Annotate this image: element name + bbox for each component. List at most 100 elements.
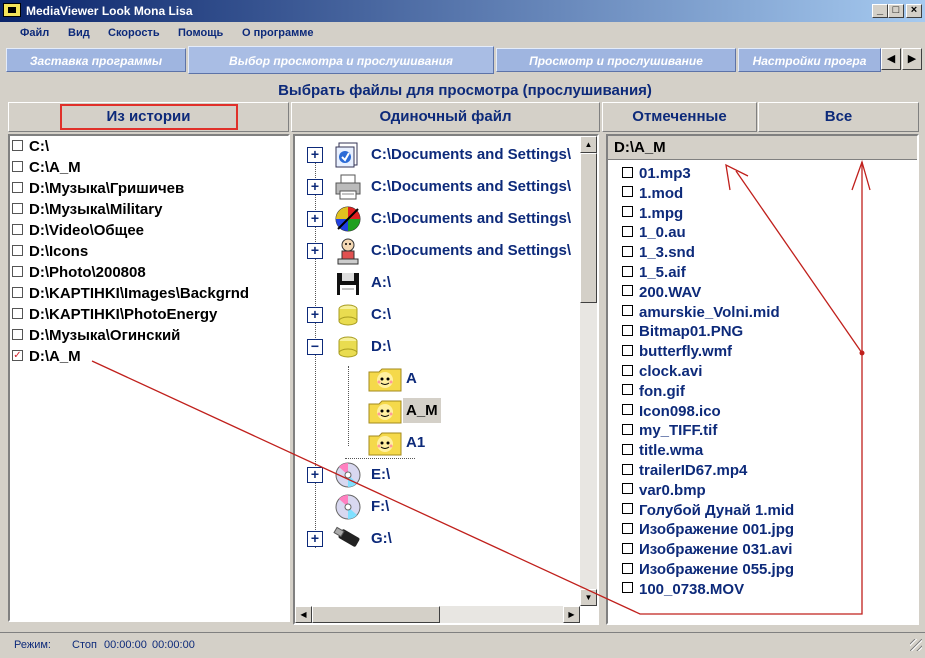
tree-expander[interactable]: + — [307, 531, 323, 547]
tab-settings[interactable]: Настройки програ — [738, 48, 881, 72]
tab-select-viewing[interactable]: Выбор просмотра и прослушивания — [188, 46, 494, 74]
file-checkbox[interactable] — [622, 463, 633, 475]
history-item[interactable]: D:\Video\Общее — [12, 222, 144, 243]
file-item[interactable]: title.wma — [622, 442, 703, 462]
tree-node[interactable]: A:\ — [295, 268, 580, 298]
file-checkbox[interactable] — [622, 582, 633, 594]
file-item[interactable]: 100_0738.MOV — [622, 581, 744, 601]
file-item[interactable]: Icon098.ico — [622, 403, 721, 423]
tree-node[interactable]: + E:\ — [295, 460, 580, 490]
marked-button[interactable]: Отмеченные — [602, 102, 757, 132]
menu-view[interactable]: Вид — [68, 27, 90, 39]
file-checkbox[interactable] — [622, 443, 633, 455]
file-item[interactable]: amurskie_Volni.mid — [622, 304, 780, 324]
history-checkbox[interactable] — [12, 160, 23, 172]
history-item[interactable]: D:\Музыка\Огинский — [12, 327, 180, 348]
history-checkbox[interactable] — [12, 181, 23, 193]
file-checkbox[interactable] — [622, 206, 633, 218]
tree-node[interactable]: A_M — [295, 396, 580, 426]
file-checkbox[interactable] — [622, 404, 633, 416]
tree-node[interactable]: + C:\Documents and Settings\ — [295, 172, 580, 202]
history-item[interactable]: ✓ D:\A_M — [12, 348, 81, 369]
file-item[interactable]: Изображение 001.jpg — [622, 521, 794, 541]
file-item[interactable]: 01.mp3 — [622, 165, 691, 185]
tree-expander[interactable]: + — [307, 467, 323, 483]
history-item[interactable]: D:\Музыка\Гришичев — [12, 180, 184, 201]
tree-node[interactable]: − D:\ — [295, 332, 580, 362]
file-item[interactable]: 1.mod — [622, 185, 683, 205]
file-checkbox[interactable] — [622, 245, 633, 257]
tree-expander[interactable]: + — [307, 307, 323, 323]
maximize-button[interactable]: □ — [888, 4, 904, 18]
tab-viewing[interactable]: Просмотр и прослушивание — [496, 48, 736, 72]
file-checkbox[interactable] — [622, 186, 633, 198]
history-checkbox[interactable] — [12, 307, 23, 319]
file-checkbox[interactable] — [622, 483, 633, 495]
history-checkbox[interactable] — [12, 139, 23, 151]
tree-expander[interactable]: + — [307, 211, 323, 227]
scroll-thumb[interactable] — [312, 606, 440, 623]
menu-help[interactable]: Помощь — [178, 27, 223, 39]
file-checkbox[interactable] — [622, 166, 633, 178]
tree-node[interactable]: A — [295, 364, 580, 394]
tree-expander[interactable]: + — [307, 179, 323, 195]
history-item[interactable]: D:\Icons — [12, 243, 88, 264]
scroll-left-button[interactable]: ◀ — [295, 606, 312, 623]
history-checkbox[interactable] — [12, 286, 23, 298]
scroll-thumb[interactable] — [580, 153, 597, 303]
file-item[interactable]: Голубой Дунай 1.mid — [622, 502, 794, 522]
file-item[interactable]: my_TIFF.tif — [622, 422, 717, 442]
file-item[interactable]: var0.bmp — [622, 482, 706, 502]
history-item[interactable]: D:\Музыка\Military — [12, 201, 162, 222]
tree-node[interactable]: + G:\ — [295, 524, 580, 554]
file-checkbox[interactable] — [622, 324, 633, 336]
file-checkbox[interactable] — [622, 265, 633, 277]
tree-node[interactable]: A1 — [295, 428, 580, 458]
tab-splash[interactable]: Заставка программы — [6, 48, 186, 72]
file-item[interactable]: Изображение 055.jpg — [622, 561, 794, 581]
scroll-right-button[interactable]: ▶ — [563, 606, 580, 623]
file-item[interactable]: 1_5.aif — [622, 264, 686, 284]
file-item[interactable]: butterfly.wmf — [622, 343, 732, 363]
file-checkbox[interactable] — [622, 364, 633, 376]
file-item[interactable]: 200.WAV — [622, 284, 701, 304]
menu-about[interactable]: О программе — [242, 27, 314, 39]
file-item[interactable]: 1.mpg — [622, 205, 683, 225]
file-item[interactable]: 1_3.snd — [622, 244, 695, 264]
file-checkbox[interactable] — [622, 384, 633, 396]
file-checkbox[interactable] — [622, 285, 633, 297]
history-item[interactable]: D:\KAPTIHKI\PhotoEnergy — [12, 306, 217, 327]
tree-vertical-scrollbar[interactable]: ▲ ▼ — [580, 136, 597, 606]
history-checkbox[interactable] — [12, 202, 23, 214]
history-item[interactable]: C:\A_M — [12, 159, 81, 180]
scroll-down-button[interactable]: ▼ — [580, 589, 597, 606]
tree-expander[interactable]: + — [307, 243, 323, 259]
tree-expander[interactable]: + — [307, 147, 323, 163]
menu-speed[interactable]: Скорость — [108, 27, 160, 39]
scroll-up-button[interactable]: ▲ — [580, 136, 597, 153]
file-checkbox[interactable] — [622, 344, 633, 356]
file-item[interactable]: trailerID67.mp4 — [622, 462, 747, 482]
tree-horizontal-scrollbar[interactable]: ◀ ▶ — [295, 606, 580, 623]
file-checkbox[interactable] — [622, 542, 633, 554]
tree-node[interactable]: + C:\Documents and Settings\ — [295, 236, 580, 266]
file-item[interactable]: Изображение 031.avi — [622, 541, 792, 561]
tree-node[interactable]: + C:\ — [295, 300, 580, 330]
tab-scroll-right-button[interactable]: ▶ — [902, 48, 922, 70]
history-item[interactable]: C:\ — [12, 138, 49, 159]
history-checkbox[interactable]: ✓ — [12, 349, 23, 361]
file-checkbox[interactable] — [622, 305, 633, 317]
tree-node[interactable]: + C:\Documents and Settings\ — [295, 204, 580, 234]
minimize-button[interactable]: _ — [872, 4, 888, 18]
file-checkbox[interactable] — [622, 503, 633, 515]
history-checkbox[interactable] — [12, 265, 23, 277]
file-item[interactable]: clock.avi — [622, 363, 702, 383]
history-item[interactable]: D:\Photo\200808 — [12, 264, 146, 285]
history-checkbox[interactable] — [12, 328, 23, 340]
history-item[interactable]: D:\KAPTIHKI\Images\Backgrnd — [12, 285, 249, 306]
all-button[interactable]: Все — [758, 102, 919, 132]
resize-grip-icon[interactable] — [910, 639, 922, 651]
file-checkbox[interactable] — [622, 225, 633, 237]
file-item[interactable]: 1_0.au — [622, 224, 686, 244]
tree-expander[interactable]: − — [307, 339, 323, 355]
